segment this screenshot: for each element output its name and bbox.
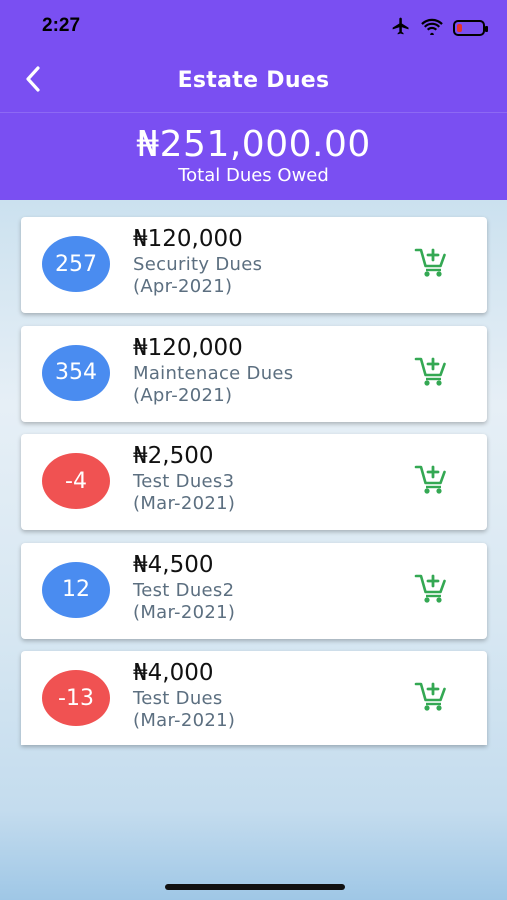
airplane-icon (391, 16, 411, 40)
total-dues-label: Total Dues Owed (178, 165, 329, 186)
due-name: Security Dues (133, 254, 263, 275)
battery-icon (453, 20, 488, 36)
wifi-icon (421, 17, 443, 39)
add-to-cart-button[interactable] (411, 461, 451, 501)
total-dues-amount: ₦251,000.00 (136, 124, 371, 165)
add-to-cart-icon (414, 463, 448, 499)
due-card[interactable]: -13 ₦4,000 Test Dues (Mar-2021) (21, 651, 487, 745)
due-name: Maintenace Dues (133, 362, 294, 384)
due-amount: ₦120,000 (133, 226, 243, 252)
due-card[interactable]: -4 ₦2,500 Test Dues3 (Mar-2021) (21, 434, 487, 530)
due-card[interactable]: 12 ₦4,500 Test Dues2 (Mar-2021) (21, 542, 487, 639)
header-divider (0, 112, 507, 113)
add-to-cart-button[interactable] (411, 353, 451, 393)
due-period: (Apr-2021) (133, 384, 233, 406)
due-period: (Mar-2021) (133, 710, 236, 731)
add-to-cart-icon (414, 572, 448, 608)
status-bar: 2:27 (0, 0, 507, 50)
add-to-cart-icon (414, 246, 448, 282)
header-background: 2:27 Estate Dues ₦251,000.00 Total Dues … (0, 0, 507, 200)
days-badge: 354 (42, 344, 110, 401)
due-period: (Mar-2021) (133, 493, 236, 514)
status-icons (391, 16, 488, 40)
status-time: 2:27 (42, 15, 81, 36)
add-to-cart-icon (414, 680, 448, 716)
due-amount: ₦120,000 (133, 334, 243, 361)
due-card[interactable]: 354 ₦120,000 Maintenace Dues (Apr-2021) (21, 325, 487, 422)
due-period: (Apr-2021) (133, 276, 233, 297)
due-amount: ₦4,500 (133, 551, 214, 578)
battery-level (457, 24, 462, 32)
due-name: Test Dues3 (133, 471, 235, 492)
dues-list: 257 ₦120,000 Security Dues (Apr-2021) 35… (21, 217, 487, 758)
days-badge: -13 (42, 670, 110, 726)
due-amount: ₦2,500 (133, 443, 214, 469)
add-to-cart-button[interactable] (411, 244, 451, 284)
days-badge: -4 (42, 453, 110, 509)
due-period: (Mar-2021) (133, 601, 236, 623)
days-badge: 12 (42, 561, 110, 618)
add-to-cart-button[interactable] (411, 570, 451, 610)
add-to-cart-button[interactable] (411, 678, 451, 718)
add-to-cart-icon (414, 355, 448, 391)
due-card[interactable]: 257 ₦120,000 Security Dues (Apr-2021) (21, 217, 487, 313)
due-name: Test Dues2 (133, 579, 235, 601)
page-title: Estate Dues (177, 68, 330, 93)
home-indicator[interactable] (165, 884, 345, 890)
due-amount: ₦4,000 (133, 660, 214, 686)
due-name: Test Dues (133, 688, 223, 709)
navigation-bar: Estate Dues (0, 50, 507, 112)
days-badge: 257 (42, 236, 110, 292)
